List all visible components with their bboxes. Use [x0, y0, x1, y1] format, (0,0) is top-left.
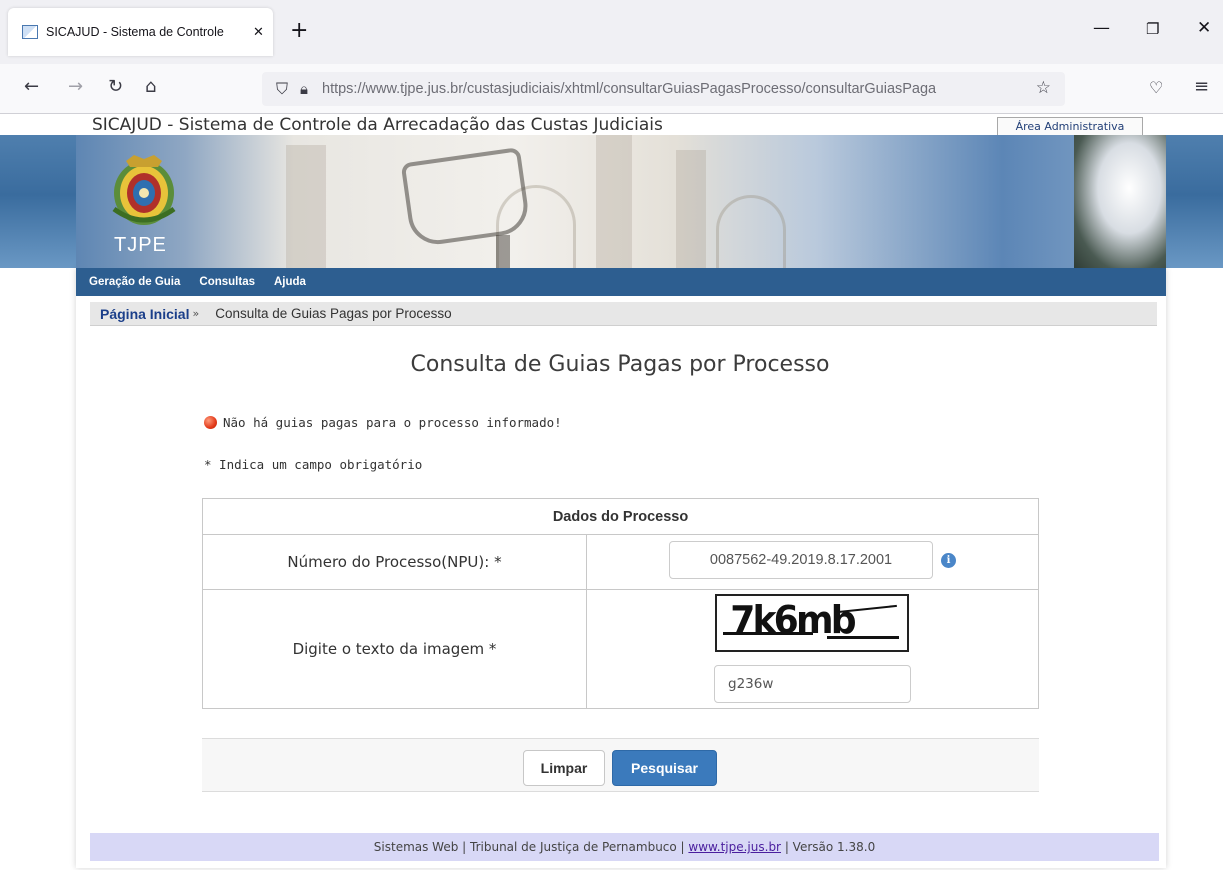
- banner-lamp-pole: [496, 235, 510, 268]
- error-message: Não há guias pagas para o processo infor…: [204, 415, 562, 430]
- process-form-table: Dados do Processo Número do Processo(NPU…: [202, 498, 1039, 709]
- tjpe-logo-label: TJPE: [114, 234, 167, 256]
- url-text[interactable]: https://www.tjpe.jus.br/custasjudiciais/…: [322, 81, 1007, 97]
- tab-close-icon[interactable]: ✕: [253, 25, 264, 40]
- footer-prefix: Sistemas Web | Tribunal de Justiça de Pe…: [373, 840, 685, 854]
- menu-item-geracao-de-guia[interactable]: Geração de Guia: [89, 276, 180, 288]
- captcha-noise-line: [827, 636, 899, 639]
- error-message-text: Não há guias pagas para o processo infor…: [223, 415, 562, 430]
- button-bar: Limpar Pesquisar: [202, 738, 1039, 792]
- banner-arch: [716, 195, 786, 268]
- banner-column: [596, 135, 632, 268]
- shield-icon[interactable]: ⛉: [276, 79, 288, 99]
- footer: Sistemas Web | Tribunal de Justiça de Pe…: [90, 833, 1159, 861]
- main-menu: Geração de Guia Consultas Ajuda: [76, 268, 1166, 296]
- url-bar[interactable]: ⛉ 🔒︎ https://www.tjpe.jus.br/custasjudic…: [262, 72, 1065, 106]
- favicon-icon: [22, 25, 38, 39]
- npu-input[interactable]: 0087562-49.2019.8.17.2001: [669, 541, 933, 579]
- lock-icon[interactable]: 🔒︎: [300, 80, 308, 98]
- captcha-input[interactable]: g236w: [714, 665, 911, 703]
- page-title: Consulta de Guias Pagas por Processo: [410, 352, 830, 377]
- search-button[interactable]: Pesquisar: [612, 750, 717, 786]
- npu-cell: 0087562-49.2019.8.17.2001 i: [586, 534, 1039, 590]
- menu-item-consultas[interactable]: Consultas: [199, 276, 255, 288]
- minimize-icon[interactable]: —: [1093, 18, 1110, 38]
- captcha-label: Digite o texto da imagem *: [202, 589, 587, 709]
- browser-tab[interactable]: SICAJUD - Sistema de Controle ✕: [8, 8, 273, 56]
- breadcrumb-current: Consulta de Guias Pagas por Processo: [215, 306, 452, 321]
- tjpe-crest-icon: [112, 155, 176, 225]
- banner-band-right: [1166, 135, 1223, 268]
- restore-icon[interactable]: ❐: [1146, 20, 1159, 38]
- hamburger-icon[interactable]: ≡: [1194, 76, 1209, 97]
- footer-site-link[interactable]: www.tjpe.jus.br: [688, 840, 781, 854]
- reload-icon[interactable]: ↻: [108, 76, 123, 97]
- new-tab-icon[interactable]: +: [290, 18, 308, 44]
- npu-label: Número do Processo(NPU): *: [202, 534, 587, 590]
- banner-column: [286, 145, 326, 268]
- site-title: SICAJUD - Sistema de Controle da Arrecad…: [92, 115, 663, 135]
- banner-column: [676, 150, 706, 268]
- breadcrumb-home-link[interactable]: Página Inicial: [100, 306, 189, 322]
- info-icon[interactable]: i: [941, 553, 956, 568]
- captcha-noise-line: [723, 632, 813, 635]
- banner-band-left: [0, 135, 76, 268]
- arrow-right-icon[interactable]: →: [68, 76, 83, 97]
- captcha-image: 7k6mb: [715, 594, 909, 652]
- pocket-icon[interactable]: ♡: [1149, 78, 1163, 97]
- admin-area-link[interactable]: Área Administrativa: [997, 117, 1143, 135]
- browser-tab-bar: SICAJUD - Sistema de Controle ✕ + — ❐ ✕: [0, 0, 1223, 64]
- star-icon[interactable]: ☆: [1036, 78, 1051, 98]
- menu-item-ajuda[interactable]: Ajuda: [274, 276, 306, 288]
- clear-button[interactable]: Limpar: [523, 750, 605, 786]
- breadcrumb-separator: »: [192, 307, 200, 320]
- error-dot-icon: [204, 416, 217, 429]
- tab-title: SICAJUD - Sistema de Controle: [46, 25, 224, 39]
- close-window-icon[interactable]: ✕: [1197, 18, 1211, 38]
- table-header: Dados do Processo: [202, 498, 1039, 535]
- header-banner: TJPE: [76, 135, 1166, 268]
- statue-image: [1074, 135, 1166, 268]
- browser-nav-bar: ← → ↻ ⌂ ⛉ 🔒︎ https://www.tjpe.jus.br/cus…: [0, 64, 1223, 114]
- arrow-left-icon[interactable]: ←: [24, 76, 39, 97]
- home-icon[interactable]: ⌂: [145, 76, 156, 97]
- captcha-cell: 7k6mb g236w: [586, 589, 1039, 709]
- required-field-note: * Indica um campo obrigatório: [204, 457, 423, 472]
- breadcrumb: Página Inicial » Consulta de Guias Pagas…: [90, 302, 1157, 326]
- footer-version: | Versão 1.38.0: [784, 840, 876, 854]
